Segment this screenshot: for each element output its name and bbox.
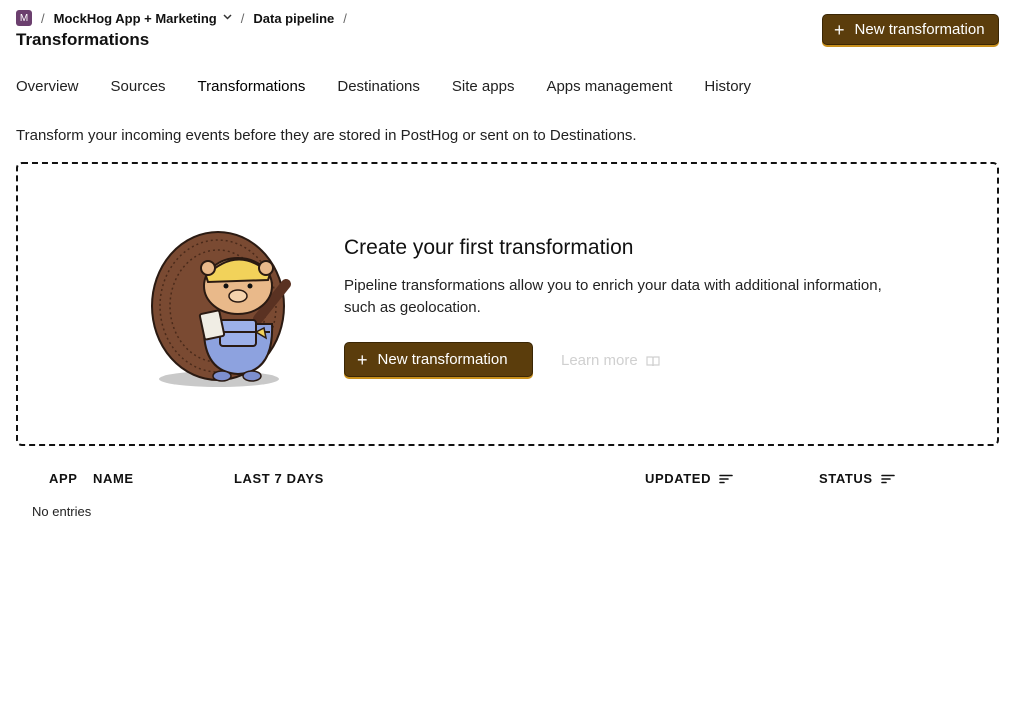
column-last-7-days-label: LAST 7 DAYS	[234, 471, 324, 486]
column-status-label: STATUS	[819, 471, 873, 486]
new-transformation-label: New transformation	[854, 21, 985, 38]
column-name-label: NAME	[93, 471, 134, 486]
book-icon	[646, 355, 660, 366]
learn-more-link[interactable]: Learn more	[561, 352, 660, 369]
tab-transformations[interactable]: Transformations	[198, 78, 306, 98]
table-header: APP NAME LAST 7 DAYS UPDATED STATUS	[0, 471, 1015, 487]
column-updated[interactable]: UPDATED	[645, 471, 733, 486]
breadcrumb-data-pipeline[interactable]: Data pipeline	[253, 11, 334, 26]
empty-state-description: Pipeline transformations allow you to en…	[344, 277, 882, 316]
create-transformation-button[interactable]: + New transformation	[344, 342, 533, 377]
create-transformation-label: New transformation	[377, 351, 508, 368]
tab-apps-management[interactable]: Apps management	[546, 78, 672, 98]
tab-sources[interactable]: Sources	[111, 78, 166, 98]
breadcrumb: M / MockHog App + Marketing / Data pipel…	[16, 10, 356, 26]
empty-state-title: Create your first transformation	[344, 236, 634, 259]
tab-history[interactable]: History	[704, 78, 751, 98]
table-empty-message: No entries	[32, 504, 92, 519]
tab-site-apps[interactable]: Site apps	[452, 78, 515, 98]
breadcrumb-separator: /	[240, 10, 245, 26]
breadcrumb-project-label: MockHog App + Marketing	[53, 10, 217, 26]
hedgehog-illustration	[151, 231, 291, 387]
tab-overview[interactable]: Overview	[16, 78, 79, 98]
breadcrumb-project[interactable]: MockHog App + Marketing	[54, 11, 232, 26]
org-badge[interactable]: M	[16, 10, 32, 26]
column-last-7-days: LAST 7 DAYS	[234, 471, 324, 486]
chevron-down-icon	[223, 14, 232, 20]
tab-bar: Overview Sources Transformations Destina…	[16, 78, 783, 98]
plus-icon: +	[834, 19, 845, 40]
sort-icon[interactable]	[880, 474, 895, 484]
breadcrumb-separator: /	[41, 10, 45, 26]
learn-more-label: Learn more	[561, 352, 638, 369]
page-description: Transform your incoming events before th…	[16, 127, 637, 144]
tab-destinations[interactable]: Destinations	[337, 78, 420, 98]
column-updated-label: UPDATED	[645, 471, 712, 486]
page-title: Transformations	[16, 30, 150, 49]
plus-icon: +	[357, 349, 368, 370]
column-app-label: APP	[49, 471, 78, 486]
column-app: APP	[49, 471, 78, 486]
empty-state-card: Create your first transformation Pipelin…	[16, 162, 999, 446]
breadcrumb-separator: /	[343, 10, 347, 26]
column-status[interactable]: STATUS	[819, 471, 895, 486]
sort-icon[interactable]	[719, 474, 733, 484]
new-transformation-button[interactable]: + New transformation	[822, 14, 999, 45]
column-name: NAME	[93, 471, 134, 486]
